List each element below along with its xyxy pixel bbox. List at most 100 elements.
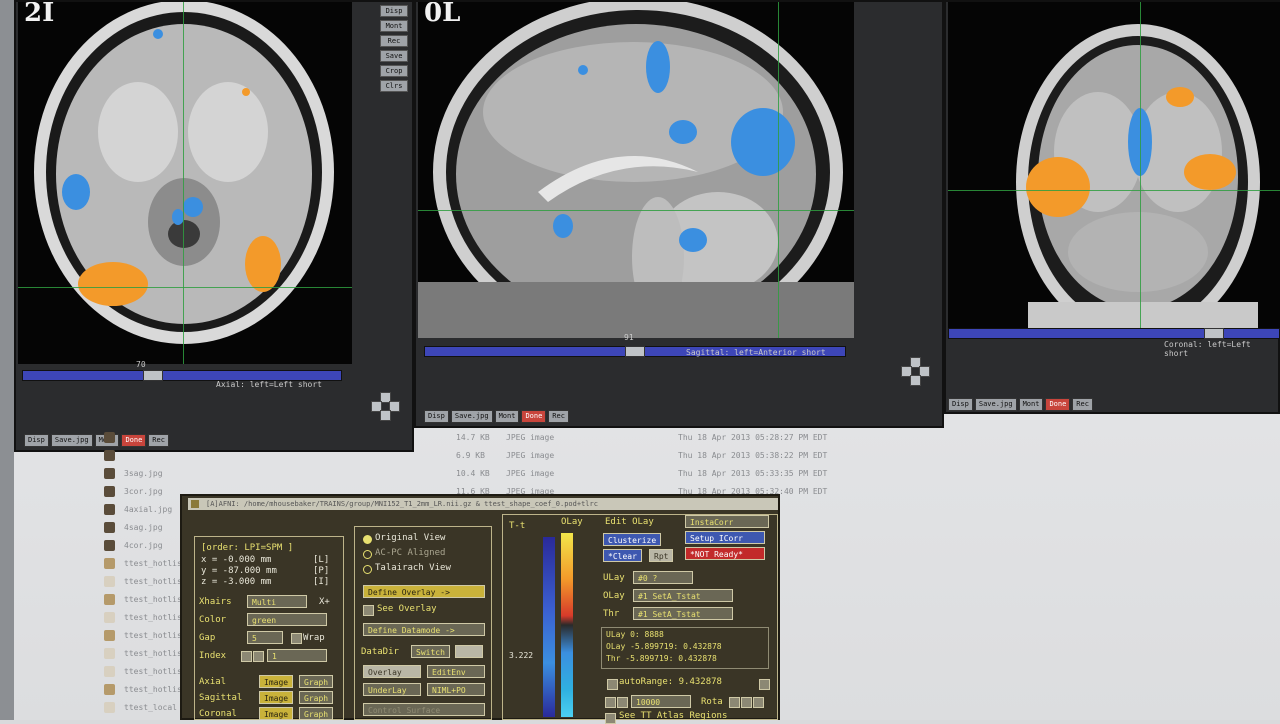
slider-thumb[interactable] [143,370,163,381]
crosshair-vertical [778,2,779,338]
autorange-checkbox[interactable] [607,679,618,690]
setup-icorr-button[interactable]: Setup ICorr [685,531,765,544]
overlay-colorbar[interactable] [561,533,573,717]
side-button[interactable]: Save [380,50,408,62]
file-row[interactable]: 6.9 KB JPEG image Thu 18 Apr 2013 05:38:22… [96,448,836,464]
underlay-button[interactable]: UnderLay [363,683,421,696]
wrap-checkbox[interactable] [291,633,302,644]
ulay-select[interactable]: #0 ? [633,571,693,584]
rpt-button[interactable]: Rpt [649,549,674,562]
image-icon [104,432,115,443]
coronal-image[interactable] [948,2,1280,328]
index-label: Index [199,651,227,661]
coordinate-box: [order: LPI=SPM ] x = -0.000 mm [L] y = … [194,536,344,720]
thr-select[interactable]: #1 SetA_Tstat [633,607,733,620]
overlay-button[interactable]: Overlay [363,665,421,678]
rota-down[interactable] [729,697,740,708]
disp-button[interactable]: Disp [24,434,49,447]
pan-arrows[interactable] [901,357,930,386]
view-caption: Coronal: left=Left short [1164,340,1251,358]
acpc-view-radio[interactable] [363,550,372,559]
decrement-button[interactable] [605,697,616,708]
talairach-view-radio[interactable] [363,565,372,574]
rec-button[interactable]: Rec [548,410,569,423]
color-select[interactable]: green [247,613,327,626]
value-readout: ULay 0: 8888 OLay -5.899719: 0.432878 Th… [601,627,769,669]
axial-image[interactable]: 2I [18,2,352,364]
ulay-label: ULay [603,573,625,583]
mont-button[interactable]: Mont [494,410,520,423]
side-button[interactable]: Mont [380,20,408,32]
done-button[interactable]: Done [521,410,547,423]
afni-title-bar[interactable]: [A]AFNI: /home/mhousebaker/TRAINS/group/… [188,498,778,510]
clear-button[interactable]: *Clear [603,549,642,562]
sagittal-image-button[interactable]: Image [259,691,294,704]
pan-arrows[interactable] [371,392,400,421]
define-datamode-button[interactable]: Define Datamode -> [363,623,485,636]
original-view-radio[interactable] [363,535,372,544]
gap-select[interactable]: 5 [247,631,283,644]
index-input[interactable]: 1 [267,649,327,662]
range-input[interactable]: 10000 [631,695,691,708]
axial-graph-button[interactable]: Graph [299,675,334,688]
save-button[interactable]: Save.jpg [450,410,493,423]
mont-button[interactable]: Mont [1018,398,1044,411]
side-button[interactable]: Crop [380,65,408,77]
axial-image-button[interactable]: Image [259,675,294,688]
slider-thumb[interactable] [1204,328,1224,339]
crosshair-vertical [183,2,184,364]
see-overlay-checkbox[interactable] [363,605,374,616]
coronal-label: Coronal [199,709,237,719]
clusterize-button[interactable]: Clusterize [603,533,662,546]
olay-readout: OLay -5.899719: 0.432878 [606,642,722,651]
niml-button[interactable]: NIML+PO [427,683,485,696]
threshold-slider[interactable] [543,537,555,717]
acpc-view-label: AC-PC Aligned [375,548,446,558]
axial-brain-slice [34,2,334,344]
y-side: [P] [313,566,330,576]
z-side: [I] [313,577,330,587]
coronal-graph-button[interactable]: Graph [299,707,334,720]
ulay-readout: ULay 0: 8888 [606,630,664,639]
slice-label: 0L [424,2,461,28]
sagittal-image[interactable]: 0L [418,2,854,338]
disp-button[interactable]: Disp [948,398,973,411]
control-surface-button[interactable]: Control Surface [363,703,485,716]
slider-thumb[interactable] [625,346,645,357]
side-button[interactable]: Clrs [380,80,408,92]
save-button[interactable]: Save.jpg [974,398,1017,411]
coronal-slice-slider[interactable] [948,328,1280,339]
olay-select[interactable]: #1 SetA_Tstat [633,589,733,602]
sign-toggle[interactable] [759,679,770,690]
sagittal-graph-button[interactable]: Graph [299,691,334,704]
switch-button[interactable]: Switch [411,645,450,658]
crosshair-horizontal [948,190,1280,191]
rec-button[interactable]: Rec [1072,398,1093,411]
side-button[interactable]: Rec [380,35,408,47]
file-row[interactable]: 14.7 KB JPEG image Thu 18 Apr 2013 05:28:2… [96,430,836,446]
done-button[interactable]: Done [1045,398,1071,411]
slice-label: 2I [24,2,55,28]
rota-up[interactable] [741,697,752,708]
xhairs-select[interactable]: Multi [247,595,307,608]
editenv-button[interactable]: EditEnv [427,665,485,678]
instacorr-button[interactable]: InstaCorr [685,515,769,528]
save-button[interactable]: Save.jpg [50,434,93,447]
index-increment[interactable] [253,651,264,662]
increment-button[interactable] [617,697,628,708]
see-atlas-checkbox[interactable] [605,713,616,724]
define-overlay-button[interactable]: Define Overlay -> [363,585,485,598]
order-label[interactable]: [order: LPI=SPM ] [201,543,293,553]
coronal-viewer-window: Disp Mont Rec Save Crop Clrs 70 Coronal:… [944,0,1280,414]
z-coordinate: z = -3.000 mm [201,577,272,587]
rota-extra[interactable] [753,697,764,708]
index-decrement[interactable] [241,651,252,662]
disp-button[interactable]: Disp [424,410,449,423]
xhairs-extra[interactable]: X+ [319,597,330,607]
window-menu-icon[interactable] [191,500,199,508]
file-row[interactable]: 3sag.jpg 10.4 KB JPEG image Thu 18 Apr 2013… [96,466,836,482]
axial-viewer-window: 2I Disp Mont Rec Save Crop Clrs 70 Axial… [14,0,414,452]
read-button[interactable] [455,645,483,658]
coronal-image-button[interactable]: Image [259,707,294,720]
side-button[interactable]: Disp [380,5,408,17]
